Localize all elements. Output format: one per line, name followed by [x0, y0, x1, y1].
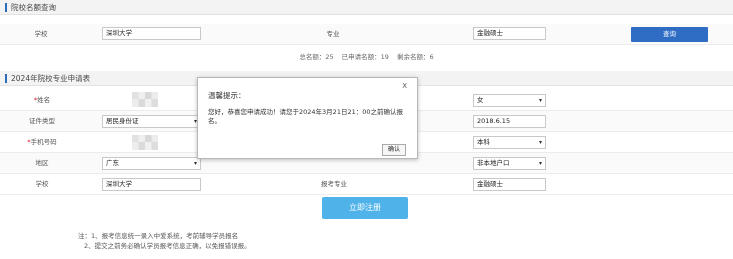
education-select[interactable]: 本科 ▾ [473, 136, 546, 149]
query-school-label: 学校 [34, 30, 48, 38]
apply-school-input[interactable]: 深圳大学 [102, 178, 201, 191]
success-modal: X 温馨提示： 您好，恭喜您申请成功！请您于2024年3月21日21：00之前确… [197, 77, 418, 159]
section-accent-bar [5, 3, 7, 12]
modal-message: 您好，恭喜您申请成功！请您于2024年3月21日21：00之前确认报名。 [208, 108, 403, 125]
phone-label: *手机号码 [20, 137, 64, 147]
gender-select[interactable]: 女 ▾ [473, 94, 546, 107]
query-school-input[interactable]: 深圳大学 [102, 27, 201, 40]
name-label-text: 姓名 [37, 96, 51, 104]
id-type-value: 居民身份证 [106, 117, 139, 125]
chevron-down-icon: ▾ [538, 160, 542, 167]
gender-value: 女 [477, 96, 484, 104]
chevron-down-icon: ▾ [193, 160, 197, 167]
query-section-header: 院校名额查询 [0, 0, 733, 15]
section-accent-bar [5, 74, 7, 83]
region-label: 地区 [35, 159, 49, 167]
query-row: 学校 深圳大学 专业 金融硕士 [0, 24, 733, 45]
note-line-2: 2、提交之前务必确认学员报考信息正确，以免报错误报。 [84, 242, 251, 250]
modal-title: 温馨提示： [208, 91, 246, 100]
quota-stats: 总名额：25 已申请名额：19 剩余名额：6 [0, 51, 733, 61]
remaining-quota: 剩余名额：6 [397, 53, 434, 61]
redacted-phone [132, 135, 158, 150]
id-type-label: 证件类型 [29, 117, 55, 125]
id-type-select[interactable]: 居民身份证 ▾ [102, 115, 201, 128]
query-button[interactable]: 查询 [631, 27, 708, 42]
apply-major-input[interactable]: 金融硕士 [473, 178, 546, 191]
confirm-button[interactable]: 确认 [382, 144, 406, 156]
chevron-down-icon: ▾ [538, 97, 542, 104]
close-icon[interactable]: X [402, 82, 407, 90]
query-section-title: 院校名额查询 [11, 3, 56, 12]
total-quota: 总名额：25 [299, 53, 334, 61]
hukou-value: 非本地户口 [477, 159, 510, 167]
region-value: 广东 [106, 159, 119, 167]
apply-major-label: 报考专业 [321, 180, 347, 188]
query-major-label: 专业 [326, 30, 340, 38]
hukou-select[interactable]: 非本地户口 ▾ [473, 157, 546, 170]
redacted-name [132, 92, 158, 107]
register-button[interactable]: 立即注册 [322, 197, 408, 219]
notes: 注：1、报考信息统一录入中爱系统，考前辅导学员报名 2、提交之前务必确认学员报考… [78, 231, 251, 251]
chevron-down-icon: ▾ [538, 139, 542, 146]
note-line-1: 注：1、报考信息统一录入中爱系统，考前辅导学员报名 [78, 232, 239, 240]
date-input[interactable]: 2018.6.15 [473, 115, 546, 128]
school-row: 学校 深圳大学 报考专业 金融硕士 [0, 174, 733, 195]
education-value: 本科 [477, 138, 490, 146]
apply-school-label: 学校 [35, 180, 49, 188]
apply-section-title: 2024年院校专业申请表 [11, 74, 91, 83]
name-label: *姓名 [22, 95, 62, 105]
query-major-input[interactable]: 金融硕士 [473, 27, 546, 40]
applied-quota: 已申请名额：19 [341, 53, 389, 61]
region-select[interactable]: 广东 ▾ [102, 157, 201, 170]
phone-label-text: 手机号码 [30, 138, 57, 146]
